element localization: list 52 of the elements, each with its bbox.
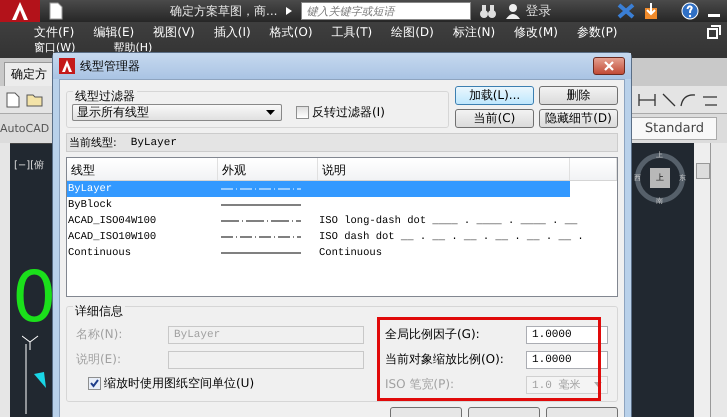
column-header[interactable]: 线型 <box>67 158 218 180</box>
drawing-text: 0 <box>12 262 57 332</box>
checkbox-label: 反转过滤器(I) <box>312 104 385 121</box>
checkbox-label: 缩放时使用图纸空间单位(U) <box>104 375 254 392</box>
table-cell-text: Continuous <box>67 247 132 259</box>
column-header[interactable]: 说明 <box>318 158 570 180</box>
menu-item[interactable]: 视图(V) <box>153 26 195 38</box>
table-cell-text: ByBlock <box>67 199 114 211</box>
group-label: 线型过滤器 <box>73 90 137 102</box>
viewport-label[interactable]: [−][俯 <box>14 158 44 172</box>
dialog-button[interactable]: 加载(L)... <box>455 86 534 105</box>
document-tab[interactable]: 确定方 <box>4 62 54 86</box>
field-label: ISO 笔宽(P): <box>385 376 456 393</box>
workspace-label: AutoCAD <box>0 122 50 135</box>
object-scale-field[interactable]: 1.0000 <box>526 350 608 368</box>
dialog-button[interactable]: 隐藏细节(D) <box>539 109 618 128</box>
current-linetype-value: ByLayer <box>130 136 177 148</box>
menu-item[interactable]: 修改(M) <box>514 26 558 38</box>
field-label: 当前对象缩放比例(O): <box>385 351 505 368</box>
field-label: 名称(N): <box>75 326 124 343</box>
linetype-row[interactable]: Continuous Continuous <box>67 245 570 261</box>
dialog-button[interactable]: 删除 <box>539 86 618 105</box>
global-scale-field[interactable]: 1.0000 <box>526 326 608 344</box>
search-field[interactable]: 键入关键字或短语 <box>301 2 472 20</box>
table-cell-text: ByLayer <box>67 183 114 195</box>
dialog-button[interactable]: 当前(C) <box>455 109 534 128</box>
window-title: 确定方案草图，商... <box>170 2 278 20</box>
group-label: 详细信息 <box>73 305 125 317</box>
menu-item[interactable]: 工具(T) <box>332 26 372 38</box>
login-link[interactable]: 登录 <box>525 2 552 20</box>
table-cell-text: ACAD_ISO04W100 <box>67 215 158 227</box>
filter-dropdown[interactable]: 显示所有线型 <box>72 104 282 121</box>
menu-item[interactable]: 文件(F) <box>34 26 74 38</box>
menu-item[interactable]: 编辑(E) <box>93 26 134 38</box>
table-cell: ISO long-dash dot ____ . ____ . ____ . __ <box>319 215 578 227</box>
current-linetype-label: 当前线型: <box>69 135 117 150</box>
table-cell-text: ACAD_ISO10W100 <box>67 231 158 243</box>
field-label: 说明(E): <box>75 351 122 368</box>
table-cell: Continuous <box>319 247 382 259</box>
menu-item[interactable]: 窗口(W) <box>34 42 76 53</box>
column-header[interactable]: 外观 <box>218 158 318 180</box>
menu-item[interactable]: 插入(I) <box>214 26 251 38</box>
menu-item[interactable]: 标注(N) <box>452 26 496 38</box>
cube-face[interactable]: 上 <box>650 168 670 188</box>
linetype-row[interactable]: ByBlock <box>67 197 570 213</box>
dialog-title: 线型管理器 <box>80 58 140 74</box>
menu-item[interactable]: 格式(O) <box>270 26 313 38</box>
menu-item[interactable]: 帮助(H) <box>113 42 152 53</box>
table-cell: ISO dash dot __ . __ . __ . __ . __ . __ . <box>319 231 584 243</box>
menu-item[interactable]: 参数(P) <box>576 26 618 38</box>
field-label: 全局比例因子(G): <box>385 326 481 343</box>
menu-item[interactable]: 绘图(D) <box>391 26 434 38</box>
